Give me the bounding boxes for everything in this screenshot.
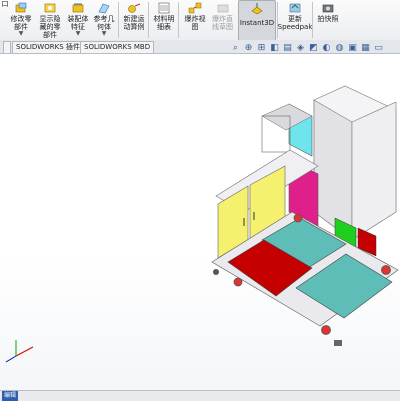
show-hidden-components-button[interactable]: 显示隐 藏的零 部件 [36,0,64,40]
group-separator [178,2,179,38]
display-style-icon[interactable]: ◩ [308,43,319,54]
explode-line-sketch-icon [216,2,230,14]
instant3d-icon [250,3,264,15]
caster [381,265,391,275]
motion-study-icon [127,2,141,14]
zoom-fit-icon[interactable]: ⊕ [243,43,254,54]
section-view-icon[interactable]: ▤ [282,43,293,54]
edit-appearance-icon[interactable]: ◍ [334,43,345,54]
group-separator [148,2,149,38]
group-separator [312,2,313,38]
status-bar: 编辑 [0,390,400,401]
search-icon[interactable]: ⌕ [230,43,241,54]
reference-geometry-button[interactable]: 参考几 何体 ▼ [92,0,116,40]
reference-geometry-icon [97,2,111,14]
hide-show-icon[interactable]: ◐ [321,43,332,54]
bill-of-materials-button[interactable]: 材料明 细表 [152,0,176,40]
assembly-feature-icon [71,2,85,14]
caster [293,213,303,223]
graphics-area[interactable] [0,54,400,390]
view-settings-icon[interactable]: ▦ [360,43,371,54]
bom-icon [157,2,171,14]
tab-solidworks-addins[interactable]: SOLIDWORKS 插件 [12,41,84,53]
chevron-down-icon[interactable]: ▼ [19,30,24,37]
housing-side [313,99,353,241]
show-hidden-icon [43,2,57,14]
caster [321,325,331,335]
modify-part-button[interactable]: 修改零 部件 ▼ [8,0,34,40]
zoom-area-icon[interactable]: ⊞ [256,43,267,54]
explode-line-sketch-button[interactable]: 爆炸直 线草图 [209,0,236,40]
exploded-view-icon [188,2,202,14]
assembly-model[interactable] [0,54,400,390]
caster [213,269,219,275]
group-separator [118,2,119,38]
assembly-features-button[interactable]: 装配体 特征 ▼ [66,0,90,40]
take-snapshot-button[interactable]: 拍快照 [315,0,341,40]
command-manager-ribbon: 口 修改零 部件 ▼ 显示隐 藏的零 部件 装配体 特征 ▼ 参考几 何体 ▼ … [0,0,400,42]
chevron-down-icon[interactable]: ▼ [76,30,81,37]
view-orientation-icon[interactable]: ◈ [295,43,306,54]
update-speedpak-button[interactable]: 更新 Speedpak [278,0,312,40]
instant3d-button[interactable]: Instant3D [238,0,276,42]
z-axis-icon [5,355,17,363]
caster-base [334,340,342,346]
tab-scroll-left[interactable] [3,41,11,53]
screen-capture-icon[interactable]: ▭ [373,43,384,54]
exploded-view-button[interactable]: 爆炸视 图 [182,0,208,40]
heads-up-view-toolbar: ⌕ ⊕ ⊞ ◧ ▤ ◈ ◩ ◐ ◍ ▣ ▦ ▭ [230,42,384,54]
tab-solidworks-mbd[interactable]: SOLIDWORKS MBD [80,41,155,53]
x-axis-icon [15,346,34,357]
previous-view-icon[interactable]: ◧ [269,43,280,54]
snapshot-icon [321,2,335,14]
modify-part-icon [14,2,28,14]
scene-icon[interactable]: ▣ [347,43,358,54]
housing-front [351,101,397,241]
speedpak-icon [288,2,302,14]
new-motion-study-button[interactable]: 新建运 动算例 [122,0,146,40]
chevron-down-icon[interactable]: ▼ [102,30,107,37]
caster [233,277,243,287]
